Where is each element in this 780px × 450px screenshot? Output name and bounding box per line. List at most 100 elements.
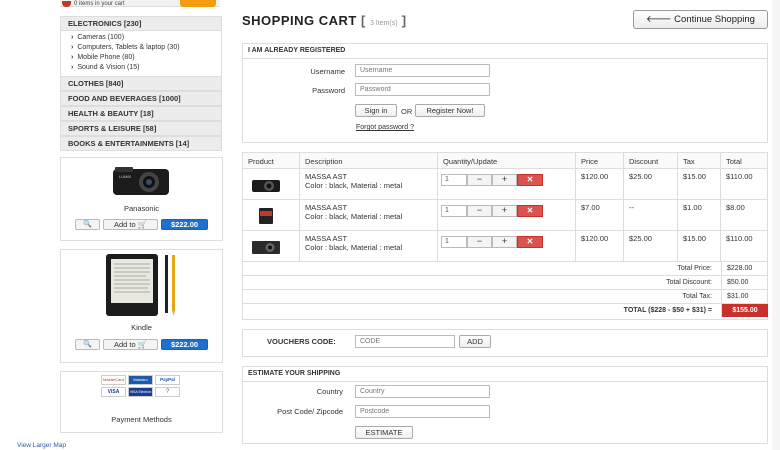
price-button[interactable]: $222.00 — [161, 219, 208, 230]
sign-in-button[interactable]: Sign in — [355, 104, 397, 117]
quantity-stepper: 1 − + ✕ — [441, 236, 543, 248]
cart-table: Product Description Quantity/Update Pric… — [242, 152, 768, 320]
card-other-icon: ? — [155, 387, 180, 397]
camera-thumb-icon[interactable] — [251, 239, 281, 255]
table-header: Product Description Quantity/Update Pric… — [243, 153, 767, 169]
summary-label: Total Tax: — [682, 293, 712, 300]
forgot-password-link[interactable]: Forgot password ? — [356, 124, 414, 131]
price-button[interactable]: $222.00 — [161, 339, 208, 350]
increase-button[interactable]: + — [492, 174, 517, 186]
product-cell — [243, 200, 300, 230]
password-input[interactable] — [355, 83, 490, 96]
quantity-input[interactable]: 1 — [441, 205, 467, 217]
category-health[interactable]: HEALTH & BEAUTY [18] — [60, 106, 222, 121]
category-books[interactable]: BOOKS & ENTERTAINMENTS [14] — [60, 136, 222, 151]
remove-button[interactable]: ✕ — [517, 236, 543, 248]
add-voucher-button[interactable]: ADD — [459, 335, 491, 348]
visa-icon: VISA — [101, 387, 126, 397]
product-name: Kindle — [131, 323, 152, 332]
col-quantity: Quantity/Update — [438, 153, 576, 168]
continue-shopping-button[interactable]: 🡐 Continue Shopping — [633, 10, 768, 29]
page-title-text: SHOPPING CART — [242, 13, 357, 28]
grand-total-value: $155.00 — [721, 304, 768, 317]
payment-cards: MasterCard Maestro PayPal VISA VISA Elec… — [101, 375, 185, 397]
country-input[interactable] — [355, 385, 490, 398]
item-detail: Color : black, Material : metal — [305, 243, 403, 252]
description-cell: MASSA AST Color : black, Material : meta… — [300, 200, 438, 230]
kindle-image — [105, 254, 175, 316]
increase-button[interactable]: + — [492, 205, 517, 217]
remove-button[interactable]: ✕ — [517, 174, 543, 186]
table-row: MASSA AST Color : black, Material : meta… — [243, 200, 767, 231]
quantity-stepper: 1 − + ✕ — [441, 174, 543, 186]
item-title: MASSA AST — [305, 172, 348, 181]
bracket-close-glyph: ] — [401, 13, 407, 28]
maestro-icon: Maestro — [128, 375, 153, 385]
estimate-button[interactable]: ESTIMATE — [355, 426, 413, 439]
product-cell — [243, 169, 300, 199]
grand-total-label: TOTAL ($228 - $50 + $31) = — [623, 307, 712, 314]
category-clothes[interactable]: CLOTHES [840] — [60, 76, 222, 91]
postcode-input[interactable] — [355, 405, 490, 418]
quantity-input[interactable]: 1 — [441, 236, 467, 248]
right-edge — [772, 0, 780, 450]
tax-cell: $15.00 — [678, 169, 721, 199]
quantity-cell: 1 − + ✕ — [438, 200, 576, 230]
summary-value: $50.00 — [721, 276, 768, 289]
quantity-input[interactable]: 1 — [441, 174, 467, 186]
total-cell: $8.00 — [726, 203, 745, 212]
page-title: SHOPPING CART [ 3 Item(s) ] — [242, 13, 407, 28]
add-to-cart-button[interactable]: Add to 🛒 — [103, 219, 158, 230]
postcode-label: Post Code/ Zipcode — [277, 407, 343, 416]
subcategory-mobile[interactable]: Mobile Phone (80) — [71, 53, 221, 63]
country-label: Country — [316, 387, 343, 396]
summary-total-price: Total Price: $228.00 — [243, 262, 767, 276]
username-input[interactable] — [355, 64, 490, 77]
subcategory-cameras[interactable]: Cameras (100) — [71, 33, 221, 43]
table-row: MASSA AST Color : black, Material : meta… — [243, 231, 767, 262]
cart-icon — [62, 0, 71, 7]
category-sports[interactable]: SPORTS & LEISURE [58] — [60, 121, 222, 136]
voucher-panel: VOUCHERS CODE: ADD — [242, 329, 768, 357]
voucher-input[interactable] — [355, 335, 455, 348]
decrease-button[interactable]: − — [467, 236, 492, 248]
subcategory-computers[interactable]: Computers, Tablets & laptop (30) — [71, 43, 221, 53]
camera-image: LUMIX — [112, 167, 169, 195]
quantity-cell: 1 − + ✕ — [438, 231, 576, 261]
description-cell: MASSA AST Color : black, Material : meta… — [300, 231, 438, 261]
zoom-button[interactable]: 🔍 — [75, 219, 100, 230]
increase-button[interactable]: + — [492, 236, 517, 248]
col-price: Price — [576, 153, 624, 168]
category-electronics[interactable]: ELECTRONICS [230] — [60, 16, 222, 31]
item-title: MASSA AST — [305, 234, 348, 243]
mini-cart[interactable]: 0 items in your cart — [62, 0, 125, 7]
summary-grand-total: TOTAL ($228 - $50 + $31) = $155.00 — [243, 304, 768, 319]
register-button[interactable]: Register Now! — [415, 104, 485, 117]
add-to-cart-button[interactable]: Add to 🛒 — [103, 339, 158, 350]
col-description: Description — [300, 153, 438, 168]
memory-card-thumb-icon[interactable] — [251, 205, 281, 227]
remove-button[interactable]: ✕ — [517, 205, 543, 217]
price-cell: $7.00 — [576, 200, 624, 230]
view-larger-map-link[interactable]: View Larger Map — [17, 442, 66, 449]
tax-cell: $15.00 — [678, 231, 721, 261]
item-title: MASSA AST — [305, 203, 348, 212]
zoom-button[interactable]: 🔍 — [75, 339, 100, 350]
discount-cell: -- — [624, 200, 678, 230]
payment-methods-label: Payment Methods — [111, 415, 172, 424]
decrease-button[interactable]: − — [467, 174, 492, 186]
total-cell: $110.00 — [726, 172, 753, 181]
category-food[interactable]: FOOD AND BEVERAGES [1000] — [60, 91, 222, 106]
paypal-icon: PayPal — [155, 375, 180, 385]
subcategory-sound[interactable]: Sound & Vision (15) — [71, 63, 221, 73]
camera-thumb-icon[interactable] — [251, 177, 281, 193]
visa-electron-icon: VISA Electron — [128, 387, 153, 397]
summary-total-tax: Total Tax: $31.00 — [243, 290, 767, 304]
quantity-stepper: 1 − + ✕ — [441, 205, 543, 217]
password-label: Password — [312, 86, 345, 95]
decrease-button[interactable]: − — [467, 205, 492, 217]
quantity-cell: 1 − + ✕ — [438, 169, 576, 199]
col-tax: Tax — [678, 153, 721, 168]
mini-cart-text: 0 items in your cart — [74, 0, 125, 7]
checkout-button[interactable] — [180, 0, 216, 7]
